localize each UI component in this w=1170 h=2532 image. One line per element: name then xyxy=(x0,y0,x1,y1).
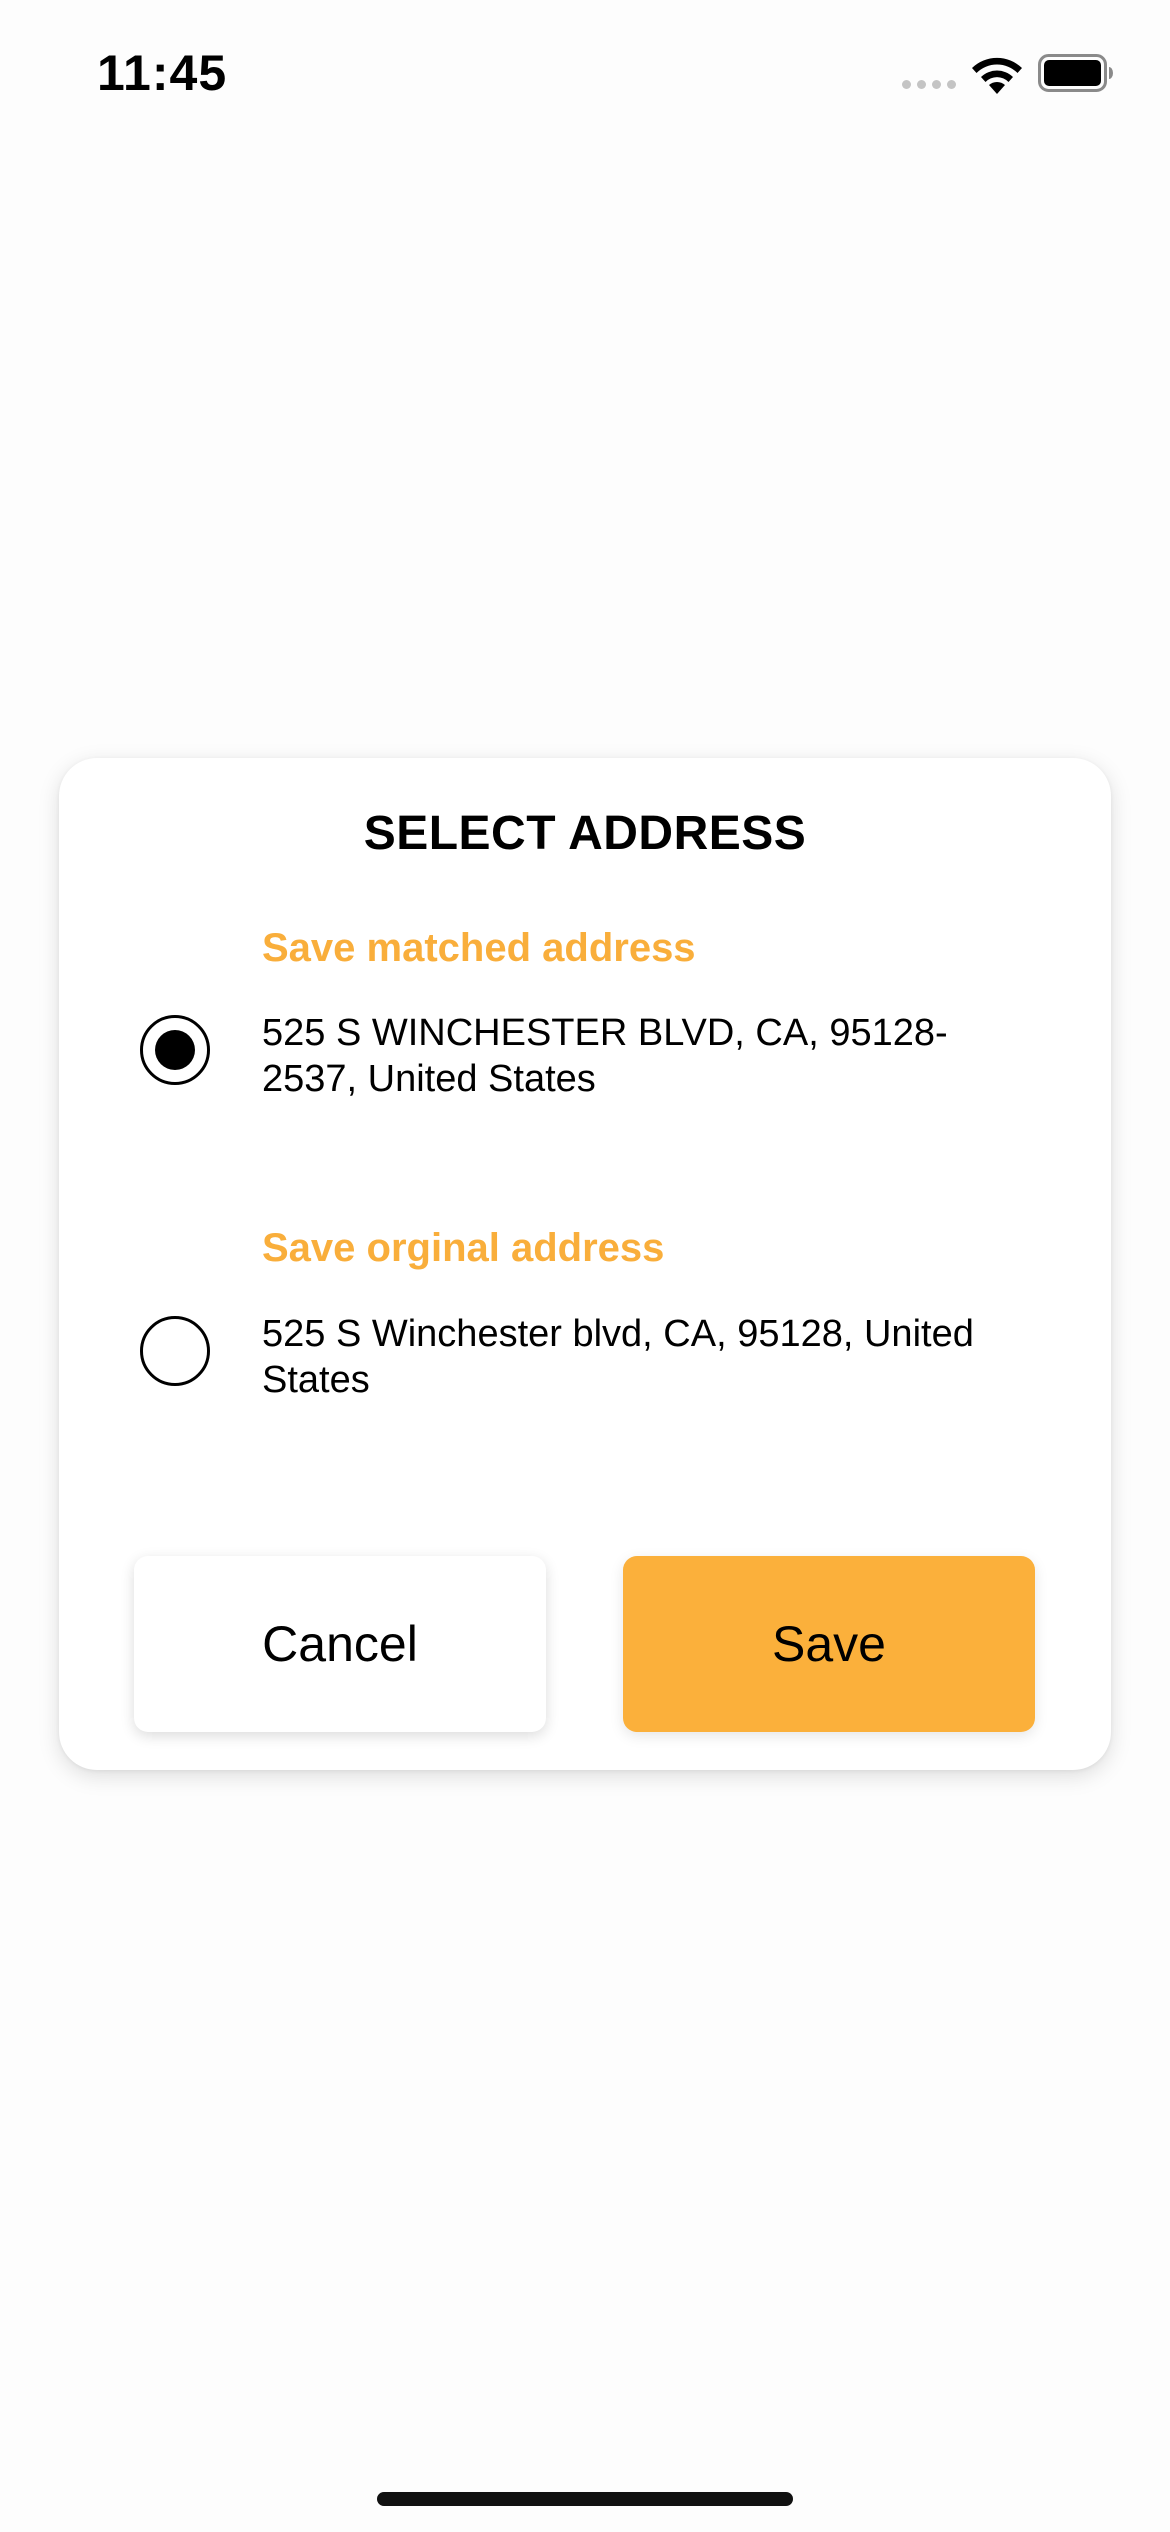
wifi-icon xyxy=(972,57,1022,94)
original-address-radio[interactable] xyxy=(140,1316,210,1386)
save-button[interactable]: Save xyxy=(623,1556,1035,1732)
matched-address-radio[interactable] xyxy=(140,1015,210,1085)
home-indicator[interactable] xyxy=(377,2492,793,2506)
cellular-signal-icon xyxy=(902,80,956,89)
matched-address-heading: Save matched address xyxy=(262,926,696,970)
battery-icon xyxy=(1038,54,1113,92)
dialog-title: SELECT ADDRESS xyxy=(363,807,807,860)
original-address-heading: Save orginal address xyxy=(262,1226,665,1270)
matched-address-text[interactable]: 525 S WINCHESTER BLVD, CA, 95128-2537, U… xyxy=(262,1010,982,1102)
status-time: 11:45 xyxy=(97,45,228,101)
cancel-button[interactable]: Cancel xyxy=(134,1556,546,1732)
radio-selected-dot xyxy=(155,1030,195,1070)
original-address-text[interactable]: 525 S Winchester blvd, CA, 95128, United… xyxy=(262,1311,982,1403)
select-address-dialog: SELECT ADDRESS Save matched address 525 … xyxy=(59,758,1111,1770)
status-bar: 11:45 xyxy=(0,0,1170,150)
